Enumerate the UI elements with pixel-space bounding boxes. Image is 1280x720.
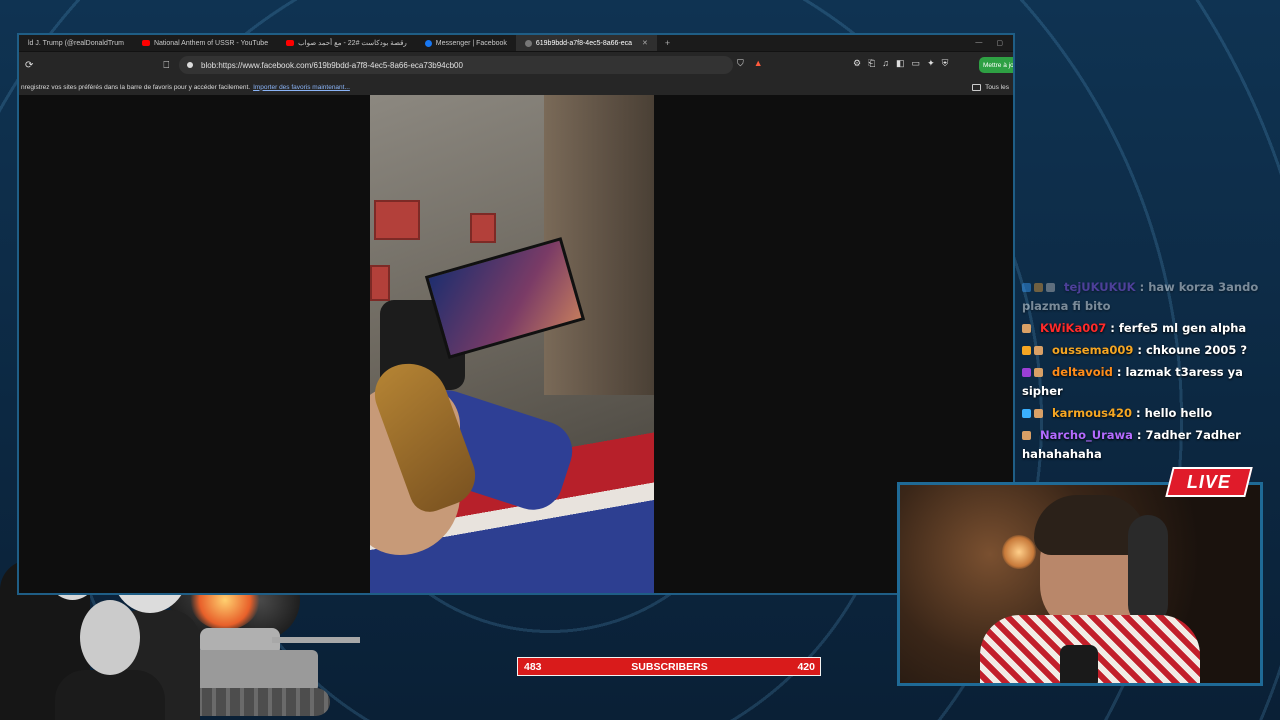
chat-text: : ferfe5 ml gen alpha: [1110, 321, 1247, 335]
sub-badge-icon: [1022, 324, 1031, 333]
stream-chat: tejUKUKUK : haw korza 3ando plazma fi bi…: [1022, 278, 1272, 467]
sub-badge-icon: [1034, 283, 1043, 292]
tab-label: ld J. Trump (@realDonaldTrum: [28, 39, 124, 47]
chat-message: oussema009 : chkoune 2005 ?: [1022, 341, 1272, 360]
browser-window: ld J. Trump (@realDonaldTrum National An…: [17, 33, 1015, 595]
brave-rewards-icon[interactable]: ▲: [754, 58, 763, 69]
chat-username: deltavoid: [1052, 365, 1113, 379]
page-viewport: [19, 95, 1013, 593]
tab-youtube-ussr[interactable]: National Anthem of USSR - YouTube: [133, 35, 277, 51]
tab-label: National Anthem of USSR - YouTube: [153, 39, 269, 47]
subscriber-count-left: 483: [524, 660, 542, 673]
favorites-hint: nregistrez vos sites préférés dans la ba…: [21, 83, 251, 91]
all-favorites-button[interactable]: Tous les: [972, 83, 1009, 91]
ai-icon[interactable]: ✦: [927, 58, 935, 69]
brave-shield-icon[interactable]: ⛉: [737, 58, 744, 69]
tab-label: Messenger | Facebook: [435, 39, 507, 47]
screenshot-icon[interactable]: ⎗: [868, 58, 875, 69]
tab-twitter[interactable]: ld J. Trump (@realDonaldTrum: [19, 35, 133, 51]
close-icon[interactable]: ✕: [642, 39, 648, 47]
url-field[interactable]: blob:https://www.facebook.com/619b9bdd-a…: [179, 56, 733, 74]
chat-text: : hello hello: [1136, 406, 1213, 420]
maximize-icon[interactable]: ▢: [996, 39, 1003, 47]
bookmark-icon[interactable]: ⎕: [163, 60, 169, 71]
wallet-icon[interactable]: ▭: [912, 58, 921, 69]
update-button[interactable]: Mettre à jo: [979, 57, 1013, 73]
bits-badge-icon: [1022, 368, 1031, 377]
all-favorites-label: Tous les: [985, 83, 1009, 91]
sub-badge-icon: [1034, 409, 1043, 418]
new-tab-icon[interactable]: +: [657, 38, 678, 48]
tab-messenger[interactable]: Messenger | Facebook: [416, 35, 516, 51]
chat-text: : chkoune 2005 ?: [1137, 343, 1248, 357]
url-text: blob:https://www.facebook.com/619b9bdd-a…: [201, 60, 463, 70]
page-icon: [524, 39, 532, 47]
vpn-icon[interactable]: ⛨: [942, 58, 949, 69]
extensions-icon[interactable]: ⚙: [853, 58, 861, 69]
import-favorites-link[interactable]: Importer des favoris maintenant...: [253, 84, 350, 91]
chat-username: tejUKUKUK: [1064, 280, 1136, 294]
sub-badge-icon: [1046, 283, 1055, 292]
tab-label: رقصة بودكاست #22 - مع أحمد صواب: [298, 40, 407, 47]
reload-icon[interactable]: ⟳: [25, 60, 33, 71]
prime-badge-icon: [1022, 283, 1031, 292]
chat-message: deltavoid : lazmak t3aress ya sipher: [1022, 363, 1272, 401]
chat-message: Narcho_Urawa : 7adher 7adher hahahahaha: [1022, 426, 1272, 464]
chat-username: KWiKa007: [1040, 321, 1107, 335]
chat-username: karmous420: [1052, 406, 1133, 420]
facebook-icon: [424, 39, 432, 47]
tab-youtube-podcast[interactable]: رقصة بودكاست #22 - مع أحمد صواب: [277, 35, 416, 51]
chat-message: KWiKa007 : ferfe5 ml gen alpha: [1022, 319, 1272, 338]
video-frame[interactable]: [370, 95, 654, 593]
live-badge: LIVE: [1165, 467, 1253, 497]
folder-icon: [972, 83, 982, 91]
sidebar-icon[interactable]: ◧: [896, 58, 905, 69]
subscriber-label: SUBSCRIBERS: [631, 660, 708, 673]
youtube-icon: [286, 40, 295, 46]
bits-badge-icon: [1022, 346, 1031, 355]
address-bar-row: ⟳ ⎕ blob:https://www.facebook.com/619b9b…: [19, 52, 1013, 79]
chat-username: oussema009: [1052, 343, 1134, 357]
media-icon[interactable]: ♫: [882, 58, 889, 69]
tab-blob-video[interactable]: 619b9bdd-a7f8-4ec5-8a66-eca ✕: [515, 35, 657, 51]
live-label: LIVE: [1186, 471, 1231, 492]
chat-message: tejUKUKUK : haw korza 3ando plazma fi bi…: [1022, 278, 1272, 316]
chat-message: karmous420 : hello hello: [1022, 404, 1272, 423]
subscriber-count-right: 420: [797, 660, 815, 673]
bits-badge-icon: [1022, 409, 1031, 418]
tab-label: 619b9bdd-a7f8-4ec5-8a66-eca: [535, 39, 633, 47]
chat-text: : haw korza 3ando plazma fi bito: [1022, 280, 1259, 313]
site-info-icon[interactable]: [187, 62, 193, 68]
favorites-bar: nregistrez vos sites préférés dans la ba…: [19, 79, 1013, 95]
sub-badge-icon: [1034, 346, 1043, 355]
sub-badge-icon: [1034, 368, 1043, 377]
webcam-feed: [897, 482, 1263, 686]
tab-bar: ld J. Trump (@realDonaldTrum National An…: [19, 35, 1013, 51]
sub-badge-icon: [1022, 431, 1031, 440]
youtube-icon: [141, 40, 150, 46]
minimize-icon[interactable]: —: [975, 39, 982, 47]
chat-username: Narcho_Urawa: [1040, 428, 1133, 442]
subscriber-goal-bar: 483 SUBSCRIBERS 420: [517, 657, 821, 676]
